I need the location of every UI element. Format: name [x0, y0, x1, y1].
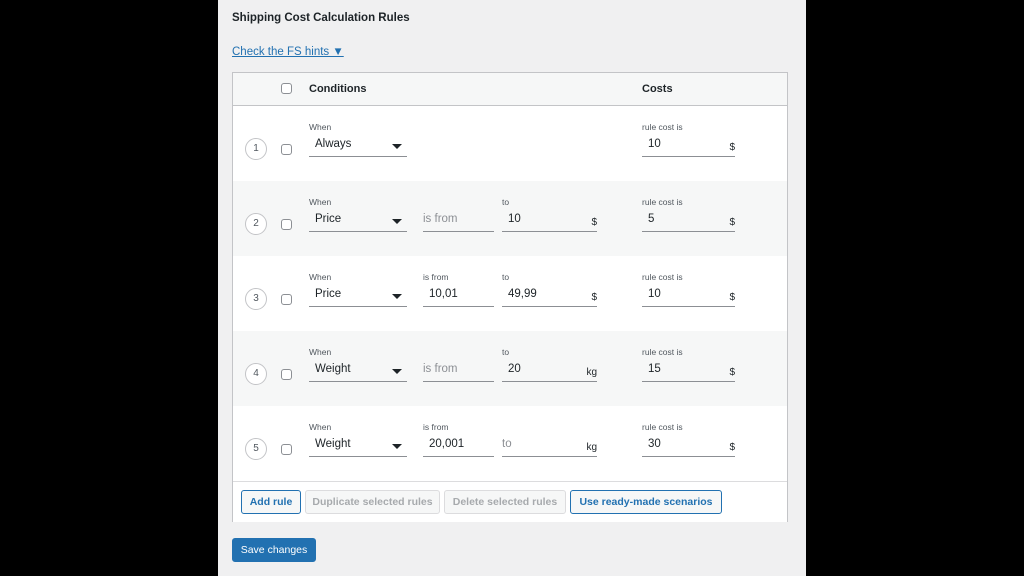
rule-row-4: 4 When Weight is from to 20 kg rule cost… — [233, 331, 787, 406]
cost-unit: $ — [729, 367, 735, 378]
condition-value: Weight — [315, 363, 351, 375]
cost-unit: $ — [729, 142, 735, 153]
cost-unit: $ — [729, 442, 735, 453]
from-value: 10,01 — [429, 288, 458, 300]
chevron-down-icon — [392, 444, 402, 449]
range-unit: kg — [586, 442, 597, 453]
condition-value: Price — [315, 288, 342, 300]
table-header: Conditions Costs — [233, 73, 787, 106]
save-changes-button[interactable]: Save changes — [232, 538, 316, 562]
duplicate-selected-button[interactable]: Duplicate selected rules — [305, 490, 440, 514]
cost-input[interactable]: 30 $ — [642, 435, 735, 457]
chevron-down-icon — [392, 219, 402, 224]
rule-number: 5 — [245, 438, 267, 460]
to-value: 49,99 — [508, 288, 537, 300]
cost-label: rule cost is — [642, 197, 683, 207]
condition-value: Weight — [315, 438, 351, 450]
section-title: Shipping Cost Calculation Rules — [232, 12, 410, 24]
cost-label: rule cost is — [642, 122, 683, 132]
rule-checkbox[interactable] — [281, 294, 292, 305]
to-label: to — [502, 197, 510, 207]
range-from-input[interactable]: 10,01 — [423, 285, 494, 307]
cost-value: 10 — [648, 288, 661, 300]
table-footer: Add rule Duplicate selected rules Delete… — [233, 481, 787, 522]
chevron-down-icon — [392, 369, 402, 374]
chevron-down-icon — [392, 144, 402, 149]
cost-input[interactable]: 10 $ — [642, 135, 735, 157]
rule-checkbox[interactable] — [281, 444, 292, 455]
rule-row-1: 1 When Always rule cost is 10 $ — [233, 106, 787, 181]
rule-checkbox[interactable] — [281, 144, 292, 155]
settings-panel: Shipping Cost Calculation Rules Check th… — [218, 0, 806, 576]
range-from-input[interactable]: is from — [423, 210, 494, 232]
add-rule-button[interactable]: Add rule — [241, 490, 301, 514]
when-label: When — [309, 197, 332, 207]
to-value: 10 — [508, 213, 521, 225]
to-label: to — [502, 347, 510, 357]
range-unit: $ — [591, 292, 597, 303]
from-label: is from — [423, 422, 449, 432]
condition-value: Always — [315, 138, 352, 150]
cost-unit: $ — [729, 217, 735, 228]
when-label: When — [309, 422, 332, 432]
from-placeholder: is from — [423, 363, 458, 375]
from-value: 20,001 — [429, 438, 465, 450]
rule-number: 4 — [245, 363, 267, 385]
range-from-input[interactable]: 20,001 — [423, 435, 494, 457]
cost-label: rule cost is — [642, 347, 683, 357]
to-value: 20 — [508, 363, 521, 375]
cost-value: 30 — [648, 438, 661, 450]
cost-input[interactable]: 10 $ — [642, 285, 735, 307]
cost-label: rule cost is — [642, 272, 683, 282]
select-all-checkbox[interactable] — [281, 83, 292, 94]
cost-input[interactable]: 15 $ — [642, 360, 735, 382]
rule-checkbox[interactable] — [281, 219, 292, 230]
from-label: is from — [423, 272, 449, 282]
range-to-input[interactable]: 49,99 $ — [502, 285, 597, 307]
range-to-input[interactable]: 10 $ — [502, 210, 597, 232]
condition-select[interactable]: Weight — [309, 435, 407, 457]
when-label: When — [309, 122, 332, 132]
chevron-down-icon — [392, 294, 402, 299]
rule-number: 2 — [245, 213, 267, 235]
range-to-input[interactable]: 20 kg — [502, 360, 597, 382]
cost-value: 5 — [648, 213, 655, 225]
ready-made-scenarios-button[interactable]: Use ready-made scenarios — [570, 490, 722, 514]
rule-checkbox[interactable] — [281, 369, 292, 380]
range-unit: kg — [586, 367, 597, 378]
range-to-input[interactable]: to kg — [502, 435, 597, 457]
when-label: When — [309, 272, 332, 282]
cost-value: 10 — [648, 138, 661, 150]
cost-value: 15 — [648, 363, 661, 375]
condition-select[interactable]: Price — [309, 285, 407, 307]
cost-input[interactable]: 5 $ — [642, 210, 735, 232]
cost-label: rule cost is — [642, 422, 683, 432]
condition-value: Price — [315, 213, 342, 225]
condition-select[interactable]: Always — [309, 135, 407, 157]
rule-row-3: 3 When Price is from 10,01 to 49,99 $ ru… — [233, 256, 787, 331]
fs-hints-link[interactable]: Check the FS hints ▼ — [232, 46, 344, 58]
to-label: to — [502, 272, 510, 282]
range-unit: $ — [591, 217, 597, 228]
condition-select[interactable]: Weight — [309, 360, 407, 382]
condition-select[interactable]: Price — [309, 210, 407, 232]
conditions-header: Conditions — [309, 83, 367, 95]
from-placeholder: is from — [423, 213, 458, 225]
range-from-input[interactable]: is from — [423, 360, 494, 382]
costs-header: Costs — [642, 83, 673, 95]
cost-unit: $ — [729, 292, 735, 303]
rule-row-2: 2 When Price is from to 10 $ rule cost i… — [233, 181, 787, 256]
rules-table: Conditions Costs 1 When Always rule cost… — [232, 72, 788, 522]
rule-number: 1 — [245, 138, 267, 160]
rule-number: 3 — [245, 288, 267, 310]
rule-row-5: 5 When Weight is from 20,001 to kg rule … — [233, 406, 787, 481]
when-label: When — [309, 347, 332, 357]
delete-selected-button[interactable]: Delete selected rules — [444, 490, 566, 514]
to-placeholder: to — [502, 438, 512, 450]
